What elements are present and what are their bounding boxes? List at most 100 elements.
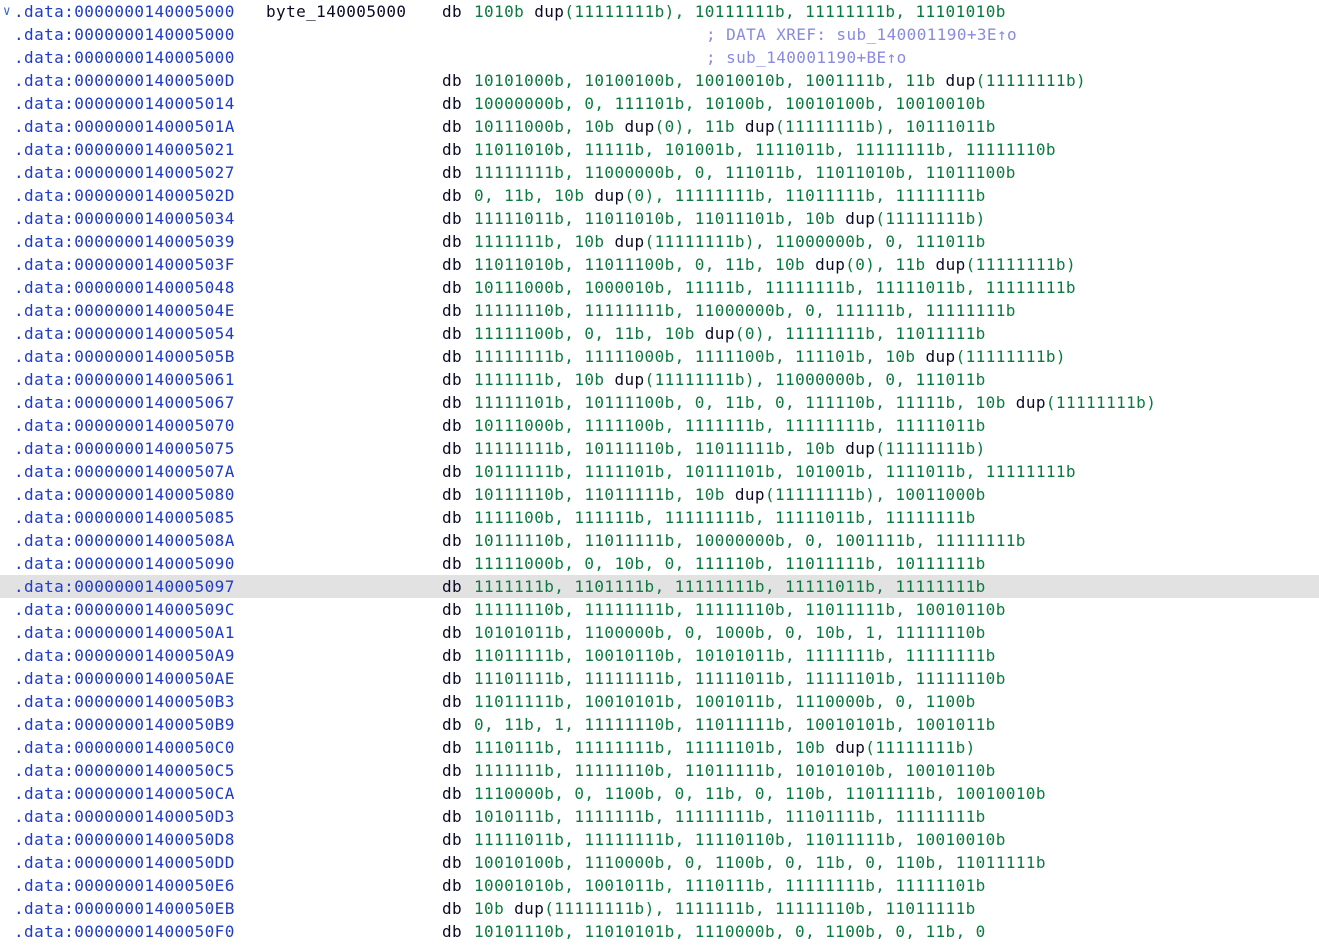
line-address[interactable]: .data:000000014000507A bbox=[14, 460, 235, 483]
listing-line[interactable]: .data:00000001400050DD db 10010100b, 11100… bbox=[0, 851, 1319, 874]
line-address[interactable]: .data:0000000140005014 bbox=[14, 92, 235, 115]
listing-line[interactable]: .data:0000000140005090 db 11111000b, 0, 10… bbox=[0, 552, 1319, 575]
listing-line[interactable]: .data:0000000140005097 db 1111111b, 110111… bbox=[0, 575, 1319, 598]
operand-list: 1111111b, 11111110b, 11011111b, 10101010… bbox=[474, 761, 996, 780]
line-address[interactable]: .data:00000001400050E6 bbox=[14, 874, 235, 897]
listing-line[interactable]: .data:0000000140005054 db 11111100b, 0, 11… bbox=[0, 322, 1319, 345]
line-address[interactable]: .data:0000000140005039 bbox=[14, 230, 235, 253]
listing-line[interactable]: .data:0000000140005039 db 1111111b, 10b du… bbox=[0, 230, 1319, 253]
listing-line[interactable]: .data:0000000140005034 db 11111011b, 11011… bbox=[0, 207, 1319, 230]
listing-line[interactable]: .data:000000014000505B db 11111111b, 11111… bbox=[0, 345, 1319, 368]
line-address[interactable]: .data:00000001400050D8 bbox=[14, 828, 235, 851]
line-address[interactable]: .data:0000000140005048 bbox=[14, 276, 235, 299]
listing-line[interactable]: .data:0000000140005048 db 10111000b, 10000… bbox=[0, 276, 1319, 299]
listing-line[interactable]: .data:0000000140005000 ; sub_140001190+BE… bbox=[0, 46, 1319, 69]
line-address[interactable]: .data:00000001400050B9 bbox=[14, 713, 235, 736]
line-address[interactable]: .data:000000014000503F bbox=[14, 253, 235, 276]
xref-comment[interactable]: ; sub_140001190+BE↑o bbox=[706, 46, 907, 69]
listing-line[interactable]: .data:000000014000504E db 11111110b, 11111… bbox=[0, 299, 1319, 322]
line-address[interactable]: .data:000000014000500D bbox=[14, 69, 235, 92]
listing-line[interactable]: .data:0000000140005014 db 10000000b, 0, 11… bbox=[0, 92, 1319, 115]
line-address[interactable]: .data:000000014000505B bbox=[14, 345, 235, 368]
line-address[interactable]: .data:0000000140005000 bbox=[14, 46, 235, 69]
line-address[interactable]: .data:000000014000509C bbox=[14, 598, 235, 621]
line-address[interactable]: .data:00000001400050C0 bbox=[14, 736, 235, 759]
line-address[interactable]: .data:0000000140005067 bbox=[14, 391, 235, 414]
line-address[interactable]: .data:00000001400050C5 bbox=[14, 759, 235, 782]
listing-line[interactable]: .data:00000001400050D8 db 11111011b, 11111… bbox=[0, 828, 1319, 851]
directive-mnemonic: db bbox=[442, 94, 463, 113]
line-address[interactable]: .data:0000000140005090 bbox=[14, 552, 235, 575]
line-address[interactable]: .data:0000000140005070 bbox=[14, 414, 235, 437]
listing-line[interactable]: .data:00000001400050AE db 11101111b, 11111… bbox=[0, 667, 1319, 690]
directive-mnemonic: db bbox=[442, 554, 463, 573]
listing-line[interactable]: .data:000000014000507A db 10111111b, 11111… bbox=[0, 460, 1319, 483]
line-address[interactable]: .data:0000000140005021 bbox=[14, 138, 235, 161]
line-address[interactable]: .data:00000001400050CA bbox=[14, 782, 235, 805]
listing-line[interactable]: .data:000000014000509C db 11111110b, 11111… bbox=[0, 598, 1319, 621]
listing-line[interactable]: .data:00000001400050B3 db 11011111b, 10010… bbox=[0, 690, 1319, 713]
line-address[interactable]: .data:00000001400050DD bbox=[14, 851, 235, 874]
listing-line[interactable]: .data:00000001400050C0 db 1110111b, 111111… bbox=[0, 736, 1319, 759]
operand-list: 11111100b, 0, 11b, 10b dup(0), 11111111b… bbox=[474, 324, 986, 343]
symbol-label[interactable]: byte_140005000 bbox=[266, 0, 406, 23]
operand-list: 1010b dup(11111111b), 10111111b, 1111111… bbox=[474, 2, 1006, 21]
line-address[interactable]: .data:00000001400050A1 bbox=[14, 621, 235, 644]
listing-line[interactable]: .data:0000000140005021 db 11011010b, 11111… bbox=[0, 138, 1319, 161]
listing-line[interactable]: .data:0000000140005027 db 11111111b, 11000… bbox=[0, 161, 1319, 184]
line-address[interactable]: .data:0000000140005097 bbox=[14, 575, 235, 598]
xref-comment[interactable]: ; DATA XREF: sub_140001190+3E↑o bbox=[706, 23, 1017, 46]
operand-list: 10111110b, 11011111b, 10b dup(11111111b)… bbox=[474, 485, 986, 504]
line-address[interactable]: .data:00000001400050D3 bbox=[14, 805, 235, 828]
operand-list: 11011010b, 11011100b, 0, 11b, 10b dup(0)… bbox=[474, 255, 1077, 274]
listing-line[interactable]: .data:00000001400050A9 db 11011111b, 10010… bbox=[0, 644, 1319, 667]
listing-line[interactable]: .data:0000000140005067 db 11111101b, 10111… bbox=[0, 391, 1319, 414]
listing-line[interactable]: .data:00000001400050F0 db 10101110b, 11010… bbox=[0, 920, 1319, 943]
listing-line[interactable]: ∨ .data:0000000140005000 byte_140005000 db 1… bbox=[0, 0, 1319, 23]
line-address[interactable]: .data:0000000140005061 bbox=[14, 368, 235, 391]
line-address[interactable]: .data:000000014000508A bbox=[14, 529, 235, 552]
chevron-down-icon[interactable]: ∨ bbox=[0, 0, 14, 23]
listing-line[interactable]: .data:00000001400050EB db 10b dup(11111111… bbox=[0, 897, 1319, 920]
listing-line[interactable]: .data:000000014000501A db 10111000b, 10b d… bbox=[0, 115, 1319, 138]
listing-line[interactable]: .data:000000014000500D db 10101000b, 10100… bbox=[0, 69, 1319, 92]
line-address[interactable]: .data:00000001400050F0 bbox=[14, 920, 235, 943]
operand-list: 10010100b, 1110000b, 0, 1100b, 0, 11b, 0… bbox=[474, 853, 1046, 872]
line-address[interactable]: .data:00000001400050A9 bbox=[14, 644, 235, 667]
line-address[interactable]: .data:00000001400050AE bbox=[14, 667, 235, 690]
listing-line[interactable]: .data:00000001400050CA db 1110000b, 0, 110… bbox=[0, 782, 1319, 805]
line-address[interactable]: .data:0000000140005000 bbox=[14, 23, 235, 46]
line-address[interactable]: .data:0000000140005075 bbox=[14, 437, 235, 460]
line-address[interactable]: .data:00000001400050B3 bbox=[14, 690, 235, 713]
line-address[interactable]: .data:000000014000504E bbox=[14, 299, 235, 322]
listing-line[interactable]: .data:0000000140005000 ; DATA XREF: sub_1… bbox=[0, 23, 1319, 46]
line-address[interactable]: .data:000000014000502D bbox=[14, 184, 235, 207]
directive-mnemonic: db bbox=[442, 485, 463, 504]
line-address[interactable]: .data:000000014000501A bbox=[14, 115, 235, 138]
line-address[interactable]: .data:0000000140005054 bbox=[14, 322, 235, 345]
line-address[interactable]: .data:0000000140005027 bbox=[14, 161, 235, 184]
listing-line[interactable]: .data:00000001400050E6 db 10001010b, 10010… bbox=[0, 874, 1319, 897]
line-address[interactable]: .data:0000000140005034 bbox=[14, 207, 235, 230]
listing-line[interactable]: .data:00000001400050D3 db 1010111b, 111111… bbox=[0, 805, 1319, 828]
listing-line[interactable]: .data:0000000140005061 db 1111111b, 10b du… bbox=[0, 368, 1319, 391]
line-address[interactable]: .data:0000000140005085 bbox=[14, 506, 235, 529]
listing-line[interactable]: .data:00000001400050B9 db 0, 11b, 1, 11111… bbox=[0, 713, 1319, 736]
directive-mnemonic: db bbox=[442, 577, 463, 596]
listing-line[interactable]: .data:0000000140005070 db 10111000b, 11111… bbox=[0, 414, 1319, 437]
listing-line[interactable]: .data:0000000140005075 db 11111111b, 10111… bbox=[0, 437, 1319, 460]
operand-list: 0, 11b, 10b dup(0), 11111111b, 11011111b… bbox=[474, 186, 986, 205]
line-address[interactable]: .data:0000000140005080 bbox=[14, 483, 235, 506]
directive-mnemonic: db bbox=[442, 692, 463, 711]
listing-line[interactable]: .data:000000014000502D db 0, 11b, 10b dup(… bbox=[0, 184, 1319, 207]
listing-line[interactable]: .data:000000014000503F db 11011010b, 11011… bbox=[0, 253, 1319, 276]
line-address[interactable]: .data:0000000140005000 bbox=[14, 0, 235, 23]
line-address[interactable]: .data:00000001400050EB bbox=[14, 897, 235, 920]
listing-line[interactable]: .data:000000014000508A db 10111110b, 11011… bbox=[0, 529, 1319, 552]
disassembly-view[interactable]: ∨ .data:0000000140005000 byte_140005000db 1… bbox=[0, 0, 1319, 949]
listing-line[interactable]: .data:0000000140005080 db 10111110b, 11011… bbox=[0, 483, 1319, 506]
listing-line[interactable]: .data:0000000140005085 db 1111100b, 111111… bbox=[0, 506, 1319, 529]
operand-list: 11111111b, 11111000b, 1111100b, 111101b,… bbox=[474, 347, 1066, 366]
listing-line[interactable]: .data:00000001400050A1 db 10101011b, 11000… bbox=[0, 621, 1319, 644]
listing-line[interactable]: .data:00000001400050C5 db 1111111b, 111111… bbox=[0, 759, 1319, 782]
